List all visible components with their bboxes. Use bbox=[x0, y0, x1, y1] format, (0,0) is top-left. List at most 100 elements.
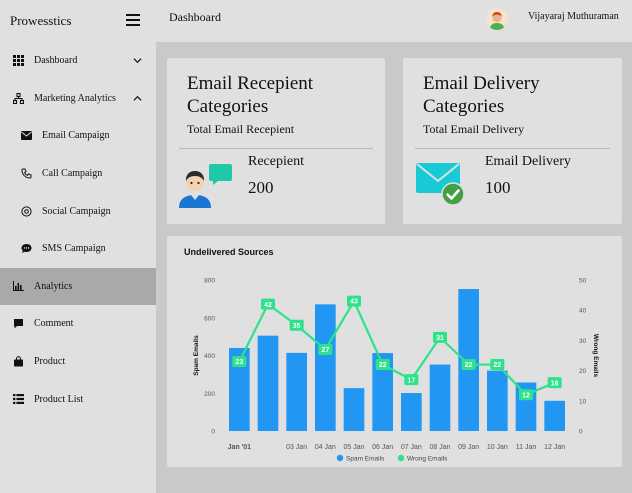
card-subtitle: Total Email Delivery bbox=[423, 122, 525, 136]
brand-name: Prowesstics bbox=[10, 13, 72, 28]
shopping-bag-icon bbox=[12, 356, 24, 368]
card-title: Email Delivery Categories bbox=[423, 73, 540, 117]
sidebar-item-sms-campaign[interactable]: SMS Campaign bbox=[0, 230, 156, 268]
grid-icon bbox=[12, 55, 24, 67]
undelivered-sources-chart: 0 200 400 600 800 0 10 20 30 40 50 Spam Emails Wrong… bbox=[193, 278, 599, 463]
divider bbox=[179, 148, 373, 149]
divider bbox=[415, 148, 610, 149]
data-label: 17 bbox=[407, 377, 415, 384]
data-label: 16 bbox=[551, 380, 559, 387]
x-tick-label: 06 Jan bbox=[372, 444, 393, 451]
y-axis-title: Spam Emails bbox=[193, 335, 200, 376]
y2-tick-label: 40 bbox=[579, 308, 587, 315]
delivery-card: Email Delivery Categories Total Email De… bbox=[403, 58, 622, 224]
y-tick-label: 200 bbox=[204, 391, 215, 398]
chart-bar bbox=[487, 370, 508, 431]
chart-bar bbox=[401, 393, 422, 431]
sidebar-item-product[interactable]: Product bbox=[0, 343, 156, 381]
metric-label: Email Delivery bbox=[485, 154, 571, 169]
sitemap-icon bbox=[12, 92, 24, 104]
sidebar-item-call-campaign[interactable]: Call Campaign bbox=[0, 155, 156, 193]
page-title: Dashboard bbox=[169, 10, 221, 24]
y-tick-label: 400 bbox=[204, 353, 215, 360]
sidebar-item-marketing-analytics[interactable]: Marketing Analytics bbox=[0, 80, 156, 118]
brand-row: Prowesstics bbox=[0, 0, 156, 42]
sidebar-item-label: Analytics bbox=[34, 280, 73, 292]
chart-bar bbox=[257, 335, 279, 431]
x-tick-label: 08 Jan bbox=[429, 444, 450, 451]
sidebar-item-product-list[interactable]: Product List bbox=[0, 380, 156, 418]
chart-bar bbox=[286, 352, 307, 431]
sidebar: Prowesstics Dashboard Marketing Analytic… bbox=[0, 0, 156, 493]
x-tick-label: 07 Jan bbox=[401, 444, 422, 451]
card-title: Email Recepient Categories bbox=[187, 73, 314, 117]
data-label: 22 bbox=[493, 362, 501, 369]
data-label: 42 bbox=[264, 302, 272, 309]
sidebar-item-label: Product bbox=[34, 356, 66, 368]
sidebar-item-analytics[interactable]: Analytics bbox=[0, 267, 156, 306]
metric-label: Recepient bbox=[248, 154, 304, 169]
y2-tick-label: 10 bbox=[579, 398, 587, 405]
sidebar-item-label: Marketing Analytics bbox=[34, 92, 116, 104]
envelope-icon bbox=[20, 130, 32, 142]
at-icon bbox=[20, 205, 32, 217]
sidebar-item-email-campaign[interactable]: Email Campaign bbox=[0, 117, 156, 155]
sidebar-item-label: Social Campaign bbox=[42, 205, 111, 217]
data-label: 22 bbox=[465, 362, 473, 369]
x-tick-label: 11 Jan bbox=[516, 444, 537, 451]
y2-tick-label: 50 bbox=[579, 278, 587, 285]
legend-marker bbox=[336, 454, 344, 462]
x-tick-label: 05 Jan bbox=[343, 444, 364, 451]
y-tick-label: 800 bbox=[204, 278, 215, 285]
x-tick-label: Jan '01 bbox=[228, 444, 252, 451]
person-chat-icon bbox=[179, 164, 232, 208]
data-label: 43 bbox=[350, 299, 358, 306]
x-tick-label: 09 Jan bbox=[458, 444, 479, 451]
user-name[interactable]: Vijayaraj Muthuraman bbox=[528, 11, 619, 22]
sms-icon bbox=[20, 243, 32, 255]
data-label: 31 bbox=[436, 335, 444, 342]
x-tick-label: 10 Jan bbox=[487, 444, 508, 451]
bar-chart-icon bbox=[12, 280, 24, 292]
data-label: 12 bbox=[522, 392, 530, 399]
legend-label: Spam Emails bbox=[346, 456, 385, 463]
email-delivered-icon bbox=[416, 163, 465, 206]
card-subtitle: Total Email Recepient bbox=[187, 122, 295, 136]
comment-icon bbox=[12, 318, 24, 330]
top-header: Dashboard Vijayaraj Muthuraman bbox=[156, 0, 632, 42]
phone-icon bbox=[20, 168, 32, 180]
legend-label: Wrong Emails bbox=[407, 456, 448, 463]
sidebar-item-label: Comment bbox=[34, 318, 74, 330]
sidebar-item-comment[interactable]: Comment bbox=[0, 305, 156, 343]
y2-tick-label: 30 bbox=[579, 338, 587, 345]
sidebar-item-dashboard[interactable]: Dashboard bbox=[0, 42, 156, 80]
sidebar-nav: Dashboard Marketing Analytics Email Camp… bbox=[0, 42, 156, 418]
chevron-up-icon[interactable] bbox=[133, 94, 142, 103]
y2-axis-title: Wrong Emails bbox=[592, 334, 599, 378]
chart-bar bbox=[315, 304, 336, 431]
data-label: 35 bbox=[293, 323, 301, 330]
x-tick-label: 04 Jan bbox=[315, 444, 336, 451]
sidebar-item-label: Call Campaign bbox=[42, 168, 103, 180]
sidebar-item-social-campaign[interactable]: Social Campaign bbox=[0, 192, 156, 230]
sidebar-item-label: Product List bbox=[34, 393, 84, 405]
recipient-card: Email Recepient Categories Total Email R… bbox=[167, 58, 385, 224]
sidebar-item-label: Email Campaign bbox=[42, 130, 110, 142]
y2-tick-label: 20 bbox=[579, 368, 587, 375]
data-label: 23 bbox=[235, 359, 243, 366]
sidebar-item-label: SMS Campaign bbox=[42, 243, 106, 255]
metric-value: 100 bbox=[485, 178, 511, 197]
chart-bar bbox=[429, 364, 451, 431]
y2-tick-label: 0 bbox=[579, 429, 583, 436]
y-tick-label: 600 bbox=[204, 315, 215, 322]
undelivered-sources-card: Undelivered Sources 0 200 400 600 800 0 10 20 30… bbox=[167, 236, 622, 467]
hamburger-menu-icon[interactable] bbox=[126, 14, 140, 26]
legend-marker bbox=[397, 454, 405, 462]
y-tick-label: 0 bbox=[211, 429, 215, 436]
x-tick-label: 12 Jan bbox=[544, 444, 565, 451]
metric-value: 200 bbox=[248, 178, 274, 197]
chevron-down-icon[interactable] bbox=[133, 56, 142, 65]
data-label: 22 bbox=[379, 362, 387, 369]
avatar[interactable] bbox=[486, 8, 508, 30]
data-label: 27 bbox=[321, 347, 329, 354]
